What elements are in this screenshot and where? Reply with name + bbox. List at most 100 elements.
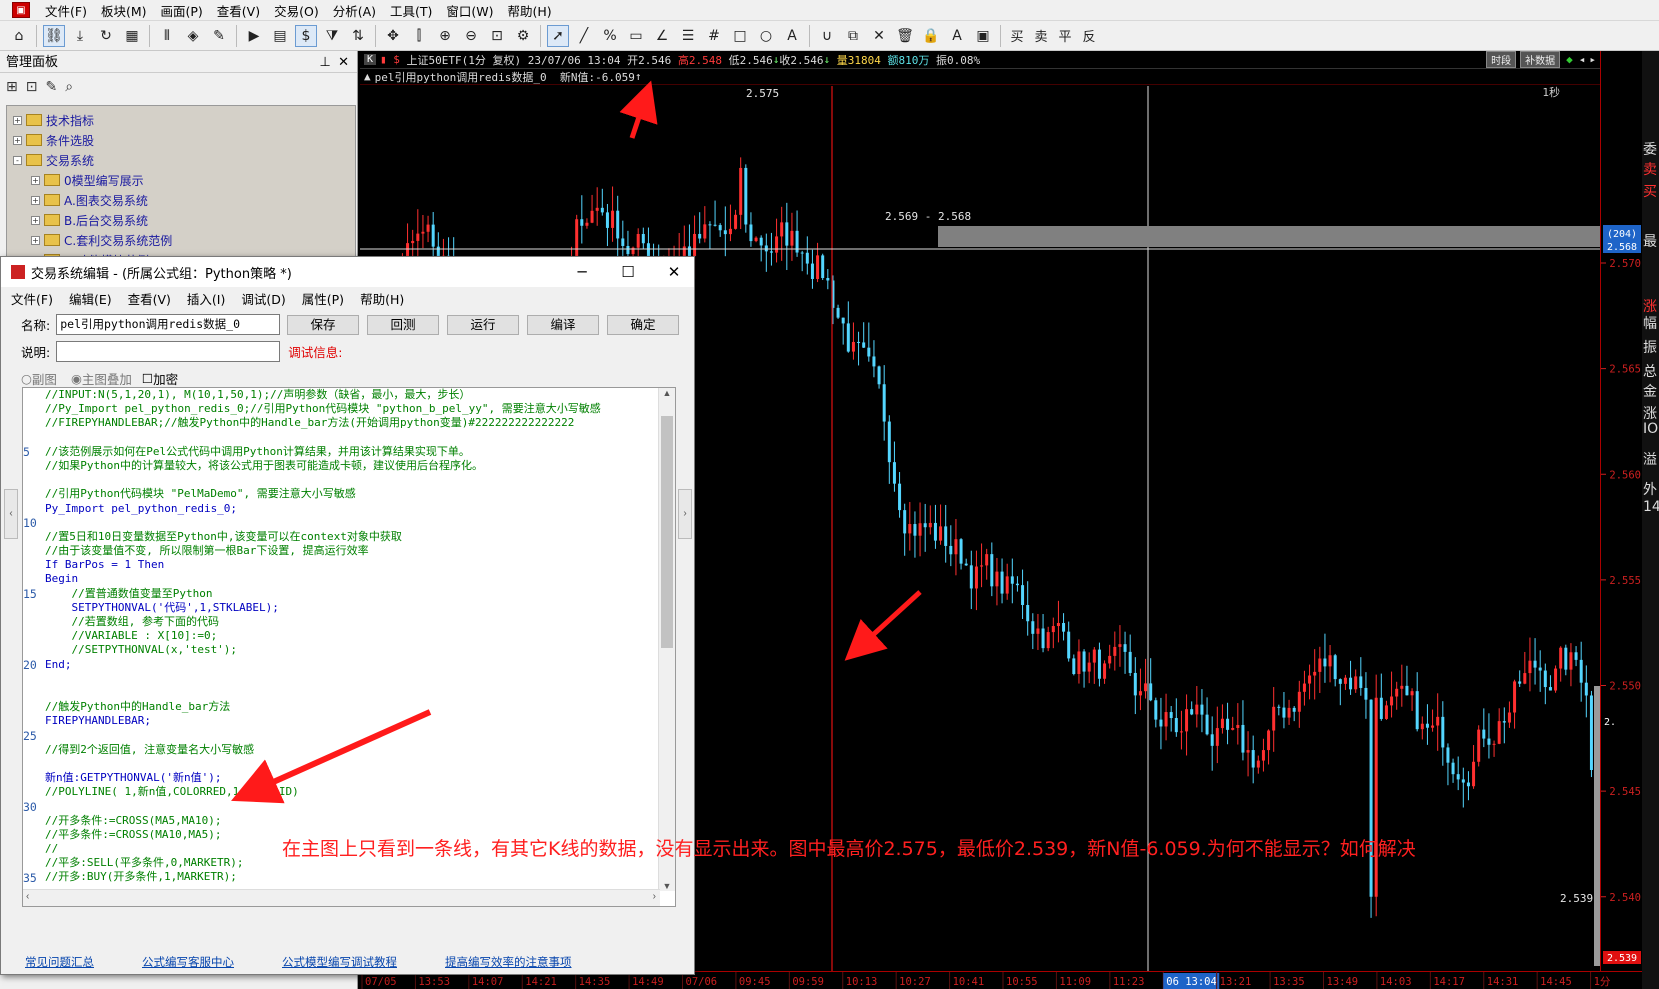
angle-icon[interactable]: ∠ [651,25,673,47]
trash-icon[interactable]: 🗑 [894,25,916,47]
pin-icon[interactable]: ⊥ [320,54,331,69]
dlg-menu-help[interactable]: 帮助(H) [360,289,404,308]
close-position-button[interactable]: 平 [1055,25,1075,47]
link-efficiency[interactable]: 提高编写效率的注意事项 [445,954,572,970]
grid-layout-icon[interactable]: ▦ [121,25,143,47]
expand-icon[interactable]: + [13,115,22,125]
run-button[interactable]: 运行 [447,315,519,335]
settings-icon[interactable]: ⚙ [512,25,534,47]
expand-icon[interactable]: + [31,195,40,205]
hash-icon[interactable]: # [703,25,725,47]
buy-button[interactable]: 买 [1007,25,1027,47]
minimize-icon[interactable]: ─ [559,257,605,287]
fib-icon[interactable]: ☰ [677,25,699,47]
dlg-menu-debug[interactable]: 调试(D) [241,289,285,308]
tree-item[interactable]: - 交易系统 [7,150,355,170]
menu-trade[interactable]: 交易(O) [267,1,326,20]
search-icon[interactable]: ⌕ [65,78,73,95]
expand-right-icon[interactable]: › [678,489,692,539]
backtest-button[interactable]: 回测 [367,315,439,335]
rect-icon[interactable]: □ [729,25,751,47]
tree-item[interactable]: + B.后台交易系统 [7,210,355,230]
filter-icon[interactable]: ⧩ [321,25,343,47]
menu-window[interactable]: 窗口(W) [439,1,500,20]
collapse-icon[interactable]: - [13,155,22,165]
window-icon[interactable]: K [364,54,377,65]
dlg-menu-file[interactable]: 文件(F) [11,289,53,308]
radio-sub-chart[interactable]: ○ [21,371,32,386]
color-icon[interactable]: A [946,25,968,47]
delete-icon[interactable]: ✕ [868,25,890,47]
scroll-up-icon[interactable]: ▲ [659,388,675,398]
tree-item[interactable]: + 技术指标 [7,110,355,130]
scroll-left-icon[interactable]: ◂ [1579,53,1586,66]
dollar-icon[interactable]: $ [295,24,317,47]
tree-item[interactable]: + C.套利交易系统范例 [7,230,355,250]
diamond-icon[interactable]: ◆ [1566,53,1573,66]
expand-icon[interactable]: + [13,135,22,145]
scroll-left-icon[interactable]: ‹ [26,891,29,902]
copy-icon[interactable]: ⧉ [842,25,864,47]
backfill-button[interactable]: 补数据 [1520,51,1561,68]
link-support[interactable]: 公式编写客服中心 [142,954,234,970]
ok-button[interactable]: 确定 [607,315,679,335]
code-editor[interactable]: 5 10 15 20 25 30 35 //INPUT:N(5,1,20,1), M(10,… [22,387,676,907]
radio-main-overlay[interactable]: ◉ [71,371,82,386]
dlg-menu-view[interactable]: 查看(V) [128,289,171,308]
vertical-scrollbar[interactable]: ▲ ▼ [658,388,675,891]
report-icon[interactable]: ▤ [269,25,291,47]
candlestick-icon[interactable]: ⫴ [156,25,178,47]
link-icon[interactable]: ⛓ [43,24,65,47]
expand-icon[interactable]: + [31,235,40,245]
download-icon[interactable]: ⤓ [69,25,91,47]
zoom-in-icon[interactable]: ⊕ [434,25,456,47]
tree-item[interactable]: +0模型编写展示 [7,170,355,190]
dlg-menu-edit[interactable]: 编辑(E) [69,289,112,308]
menu-tools[interactable]: 工具(T) [383,1,439,20]
zoom-out-icon[interactable]: ⊖ [460,25,482,47]
description-field[interactable] [56,341,281,362]
text-icon[interactable]: A [781,25,803,47]
dlg-menu-insert[interactable]: 插入(I) [187,289,225,308]
edit-formula-icon[interactable]: ✎ [208,25,230,47]
encrypt-checkbox[interactable]: ☐ [142,371,153,386]
scroll-right-icon[interactable]: ▸ [1589,53,1596,66]
move-icon[interactable]: ✥ [382,25,404,47]
scroll-down-icon[interactable]: ▼ [659,881,675,891]
indicator-icon[interactable]: ◈ [182,25,204,47]
cursor-line-icon[interactable]: ⫿ [408,25,430,47]
session-button[interactable]: 时段 [1486,51,1517,68]
code-text[interactable]: //INPUT:N(5,1,20,1), M(10,1,50,1);//声明参数… [45,388,653,885]
link-tutorial[interactable]: 公式模型编写调试教程 [282,954,397,970]
lock-icon[interactable]: 🔒 [920,25,942,47]
compile-button[interactable]: 编译 [527,315,599,335]
link-faq[interactable]: 常见问题汇总 [25,954,94,970]
name-field[interactable]: pel引用python调用redis数据_0 [56,314,281,335]
menu-file[interactable]: 文件(F) [38,1,94,20]
reverse-button[interactable]: 反 [1079,25,1099,47]
chart-switch-icon[interactable]: ⇅ [347,25,369,47]
line-tool-icon[interactable]: ╱ [573,25,595,47]
menu-help[interactable]: 帮助(H) [501,1,559,20]
collapse-left-icon[interactable]: ‹ [4,489,18,539]
scroll-right-icon[interactable]: › [653,891,656,902]
menu-view-pane[interactable]: 画面(P) [154,1,210,20]
expand-icon[interactable]: + [31,215,40,225]
tree-item[interactable]: + A.图表交易系统 [7,190,355,210]
save-button[interactable]: 保存 [287,315,359,335]
close-icon[interactable]: ✕ [651,257,697,287]
expand-icon[interactable]: + [31,175,40,185]
pointer-icon[interactable]: ➚ [547,24,569,47]
fit-icon[interactable]: ⊡ [486,25,508,47]
menu-view[interactable]: 查看(V) [210,1,267,20]
home-icon[interactable]: ⌂ [8,25,30,47]
play-icon[interactable]: ▶ [243,25,265,47]
edit-icon[interactable]: ✎ [45,78,57,95]
horizontal-scrollbar[interactable]: ‹ › [23,889,660,906]
menu-analysis[interactable]: 分析(A) [326,1,383,20]
close-icon[interactable]: ✕ [338,54,349,69]
channel-icon[interactable]: ▭ [625,25,647,47]
sell-button[interactable]: 卖 [1031,25,1051,47]
tree-item[interactable]: + 条件选股 [7,130,355,150]
save-icon[interactable]: ▣ [972,25,994,47]
